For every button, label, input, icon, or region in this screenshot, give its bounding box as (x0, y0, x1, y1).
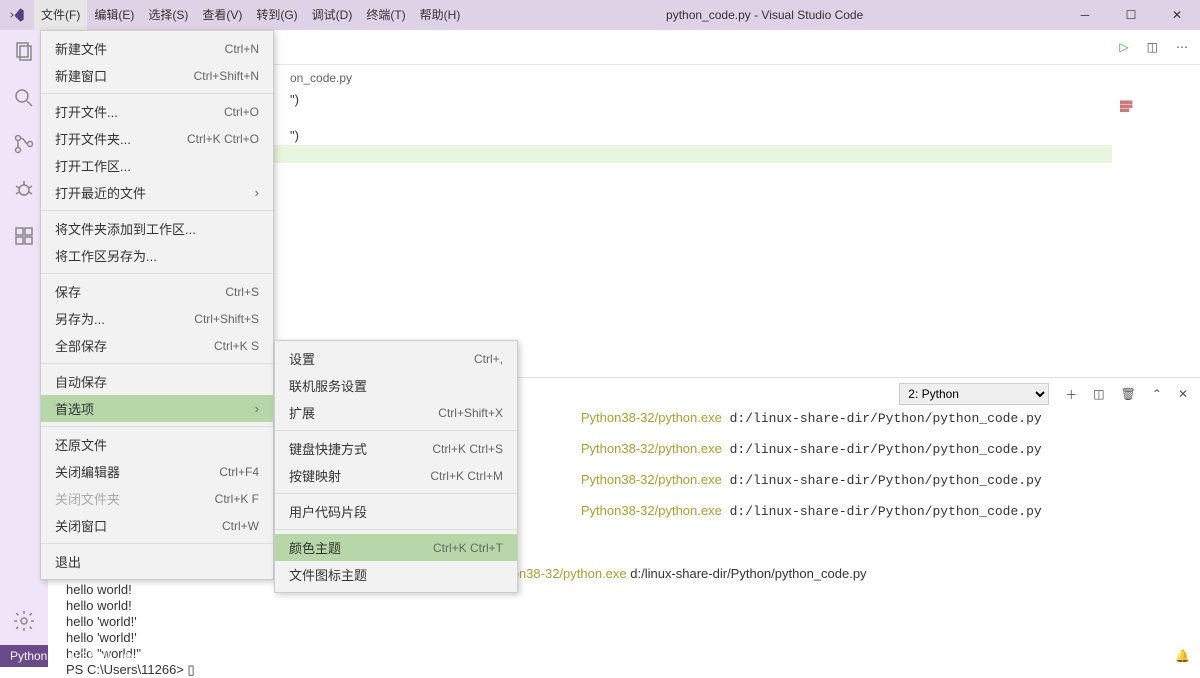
status-bell-icon[interactable]: 🔔 (1175, 649, 1190, 663)
menu-view[interactable]: 查看(V) (195, 0, 249, 30)
menu-settings[interactable]: 设置Ctrl+, (275, 345, 517, 372)
menu-close-folder: 关闭文件夹Ctrl+K F (41, 485, 273, 512)
maximize-button[interactable]: ☐ (1108, 0, 1154, 30)
menu-save-workspace-as[interactable]: 将工作区另存为... (41, 242, 273, 269)
status-feedback-icon[interactable]: ☺ (1151, 649, 1163, 663)
menu-open-workspace[interactable]: 打开工作区... (41, 152, 273, 179)
status-spaces[interactable]: 空格: 4 (963, 648, 1000, 665)
settings-gear-icon[interactable] (12, 609, 36, 633)
menu-edit[interactable]: 编辑(E) (87, 0, 141, 30)
menu-selection[interactable]: 选择(S) (141, 0, 195, 30)
menu-close-window[interactable]: 关闭窗口Ctrl+W (41, 512, 273, 539)
menu-help[interactable]: 帮助(H) (413, 0, 468, 30)
menu-color-theme[interactable]: 颜色主题Ctrl+K Ctrl+T (275, 534, 517, 561)
status-python[interactable]: Python 3.8.0 32-bit (10, 649, 111, 663)
more-icon[interactable]: ⋯ (1176, 40, 1188, 54)
menu-icon-theme[interactable]: 文件图标主题 (275, 561, 517, 588)
terminal-select[interactable]: 2: Python (899, 383, 1049, 405)
explorer-icon[interactable] (12, 40, 36, 64)
menu-open-folder[interactable]: 打开文件夹...Ctrl+K Ctrl+O (41, 125, 273, 152)
window-title: python_code.py - Visual Studio Code (467, 8, 1062, 22)
menu-go[interactable]: 转到(G) (249, 0, 304, 30)
menu-file[interactable]: 文件(F) (34, 0, 87, 30)
menu-open-file[interactable]: 打开文件...Ctrl+O (41, 98, 273, 125)
menu-online-services[interactable]: 联机服务设置 (275, 372, 517, 399)
extensions-icon[interactable] (12, 224, 36, 248)
status-problems[interactable]: ⊗ 0 ⚠ 0 (123, 649, 167, 663)
source-control-icon[interactable] (12, 132, 36, 156)
close-button[interactable]: ✕ (1154, 0, 1200, 30)
menu-debug[interactable]: 调试(D) (305, 0, 360, 30)
titlebar: 文件(F) 编辑(E) 选择(S) 查看(V) 转到(G) 调试(D) 终端(T… (0, 0, 1200, 30)
menu-preferences[interactable]: 首选项› (41, 395, 273, 422)
split-editor-icon[interactable]: ◫ (1147, 40, 1158, 54)
kill-terminal-icon[interactable]: 🗑 (1121, 387, 1136, 401)
menu-exit[interactable]: 退出 (41, 548, 273, 575)
menu-save[interactable]: 保存Ctrl+S (41, 278, 273, 305)
preferences-submenu: 设置Ctrl+, 联机服务设置 扩展Ctrl+Shift+X 键盘快捷方式Ctr… (274, 340, 518, 593)
minimize-button[interactable]: ─ (1062, 0, 1108, 30)
maximize-panel-icon[interactable]: ⌃ (1152, 387, 1162, 401)
status-encoding[interactable]: UTF-8 (1012, 649, 1046, 663)
menu-keyboard-shortcuts[interactable]: 键盘快捷方式Ctrl+K Ctrl+S (275, 435, 517, 462)
menu-open-recent[interactable]: 打开最近的文件› (41, 179, 273, 206)
vscode-icon (0, 7, 34, 23)
menu-extensions[interactable]: 扩展Ctrl+Shift+X (275, 399, 517, 426)
menubar: 文件(F) 编辑(E) 选择(S) 查看(V) 转到(G) 调试(D) 终端(T… (34, 0, 467, 30)
menu-save-all[interactable]: 全部保存Ctrl+K S (41, 332, 273, 359)
search-icon[interactable] (12, 86, 36, 110)
debug-icon[interactable] (12, 178, 36, 202)
close-panel-icon[interactable]: ✕ (1178, 387, 1188, 401)
new-terminal-icon[interactable]: ＋ (1065, 386, 1077, 403)
status-language[interactable]: Python (1101, 649, 1138, 663)
menu-new-file[interactable]: 新建文件Ctrl+N (41, 35, 273, 62)
status-eol[interactable]: CRLF (1058, 649, 1089, 663)
menu-add-folder[interactable]: 将文件夹添加到工作区... (41, 215, 273, 242)
menu-revert[interactable]: 还原文件 (41, 431, 273, 458)
minimap[interactable]: ▆▆▆▆▆▆▆▆▆▆▆ (1120, 100, 1180, 130)
menu-save-as[interactable]: 另存为...Ctrl+Shift+S (41, 305, 273, 332)
menu-snippets[interactable]: 用户代码片段 (275, 498, 517, 525)
file-menu-dropdown: 新建文件Ctrl+N 新建窗口Ctrl+Shift+N 打开文件...Ctrl+… (40, 30, 274, 580)
split-terminal-icon[interactable]: ◫ (1093, 387, 1104, 401)
run-icon[interactable]: ▷ (1119, 40, 1128, 54)
menu-auto-save[interactable]: 自动保存 (41, 368, 273, 395)
menu-close-editor[interactable]: 关闭编辑器Ctrl+F4 (41, 458, 273, 485)
status-ln-col[interactable]: 行 6，列 1 (895, 648, 951, 665)
menu-keymap[interactable]: 按键映射Ctrl+K Ctrl+M (275, 462, 517, 489)
menu-new-window[interactable]: 新建窗口Ctrl+Shift+N (41, 62, 273, 89)
menu-terminal[interactable]: 终端(T) (359, 0, 412, 30)
